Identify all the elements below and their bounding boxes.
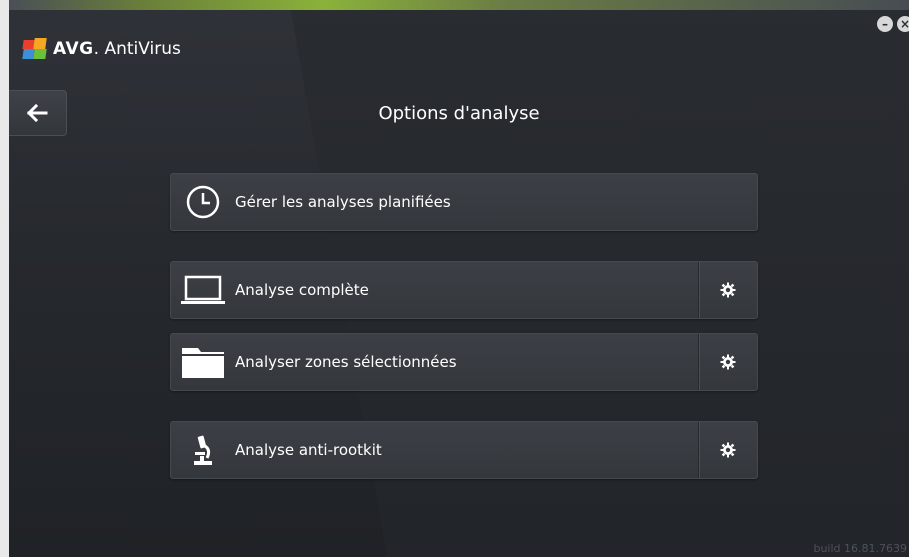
brand-dot: . [93, 39, 100, 59]
avg-logo-icon [22, 38, 47, 60]
folder-icon [171, 334, 235, 390]
option-label: Gérer les analyses planifiées [235, 193, 451, 211]
gear-icon [720, 442, 736, 458]
app-logo: AVG. AntiVirus [22, 38, 181, 60]
anti-rootkit-settings-button[interactable] [698, 422, 757, 478]
page-title: Options d'analyse [378, 103, 540, 124]
app-window: AVG. AntiVirus – × Options d'analyse Gér… [9, 0, 909, 557]
selected-areas-settings-button[interactable] [698, 334, 757, 390]
brand-name: AVG [53, 39, 94, 59]
app-name: AVG. AntiVirus [53, 39, 181, 59]
microscope-icon [171, 422, 235, 478]
manage-scheduled-scans-button[interactable]: Gérer les analyses planifiées [170, 173, 758, 231]
option-label: Analyse anti-rootkit [235, 441, 382, 459]
full-scan-button[interactable]: Analyse complète [170, 261, 758, 319]
gear-icon [720, 354, 736, 370]
build-version: build 16.81.7639 [813, 542, 907, 555]
clock-icon [171, 174, 235, 230]
gear-icon [720, 282, 736, 298]
title-bar-accent [9, 0, 909, 10]
full-scan-settings-button[interactable] [698, 262, 757, 318]
laptop-icon [171, 262, 235, 318]
option-label: Analyse complète [235, 281, 369, 299]
anti-rootkit-scan-button[interactable]: Analyse anti-rootkit [170, 421, 758, 479]
product-name: AntiVirus [104, 39, 181, 59]
scan-selected-areas-button[interactable]: Analyser zones sélectionnées [170, 333, 758, 391]
option-label: Analyser zones sélectionnées [235, 353, 457, 371]
minimize-icon[interactable]: – [877, 16, 893, 32]
window-controls: – × [877, 16, 909, 32]
close-icon[interactable]: × [897, 16, 909, 32]
